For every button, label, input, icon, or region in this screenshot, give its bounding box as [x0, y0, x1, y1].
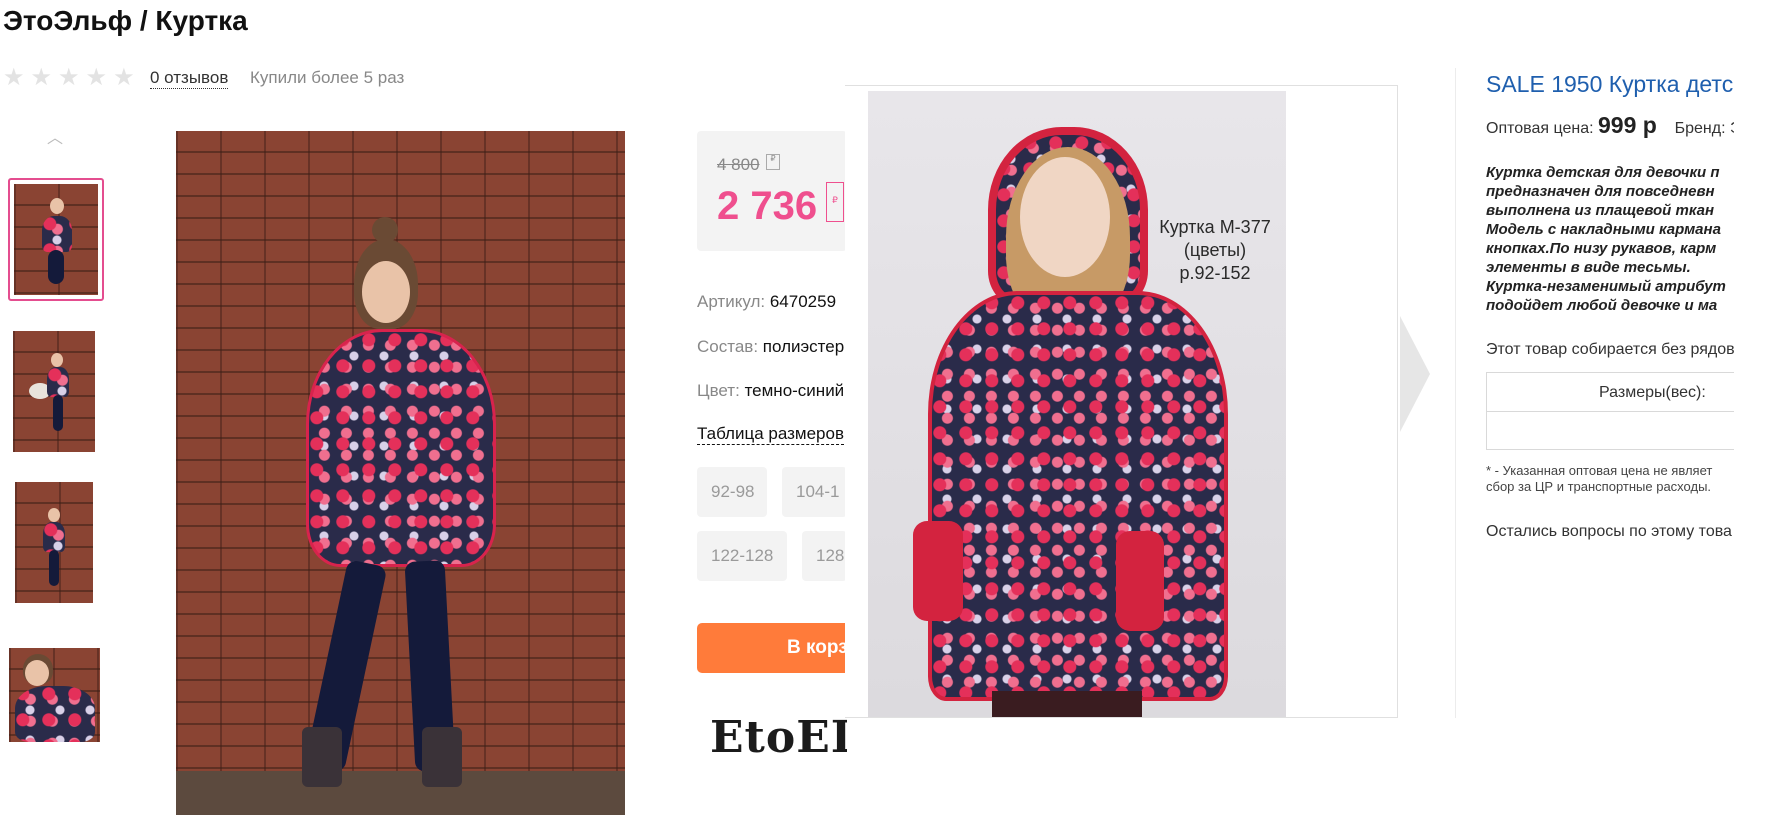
description-line: элементы в виде тесьмы.	[1486, 259, 1691, 276]
description-line: Куртка детская для девочки п	[1486, 164, 1720, 181]
questions-link[interactable]: Остались вопросы по этому това	[1486, 523, 1732, 541]
size-option[interactable]: 128	[802, 531, 847, 581]
current-price: 2 736	[717, 184, 818, 228]
composition-label: Состав:	[697, 337, 759, 356]
color-row: Цвет: темно-синий	[697, 381, 844, 401]
sizes-table: Размеры(вес):	[1486, 372, 1734, 450]
composition-row: Состав: полиэстер	[697, 337, 844, 357]
color-label: Цвет:	[697, 381, 740, 400]
description-line: подойдет любой девочке и ма	[1486, 297, 1718, 314]
thumbnail-1[interactable]	[8, 178, 104, 301]
thumbnail-4[interactable]	[9, 648, 100, 742]
thumbnail-image	[14, 184, 98, 295]
size-option[interactable]: 122-128	[697, 531, 787, 581]
related-product-title[interactable]: SALE 1950 Куртка детск	[1486, 71, 1734, 98]
caption-line: р.92-152	[1179, 263, 1251, 283]
color-value: темно-синий	[744, 381, 845, 400]
rating-stars[interactable]: ★ ★ ★ ★ ★	[3, 66, 135, 90]
article-row: Артикул: 6470259	[697, 292, 836, 312]
size-table-link[interactable]: Таблица размеров	[697, 424, 844, 445]
brand-logo[interactable]: EtoELF	[710, 712, 847, 772]
description-line: кнопках.По низу рукавов, карм	[1486, 240, 1717, 257]
note-line: * - Указанная оптовая цена не являет	[1486, 463, 1713, 478]
purchase-count: Купили более 5 раз	[250, 68, 405, 87]
star-icon[interactable]: ★	[86, 66, 108, 90]
price-note: * - Указанная оптовая цена не являет сбо…	[1486, 463, 1712, 495]
composition-value: полиэстер	[762, 337, 845, 356]
product-description: Куртка детская для девочки п предназначе…	[1486, 163, 1734, 315]
wholesale-row: Оптовая цена: 999 р Бренд: Э	[1486, 112, 1734, 139]
add-to-cart-button[interactable]: В корз	[697, 623, 847, 673]
star-icon[interactable]: ★	[113, 66, 135, 90]
description-line: выполнена из плащевой ткан	[1486, 202, 1715, 219]
reviews-link[interactable]: 0 отзывов	[150, 68, 229, 89]
note-line: сбор за ЦР и транспортные расходы.	[1486, 479, 1712, 494]
description-line: предназначен для повседневн	[1486, 183, 1715, 200]
star-icon[interactable]: ★	[58, 66, 80, 90]
wholesale-label: Оптовая цена:	[1486, 120, 1594, 137]
article-label: Артикул:	[697, 292, 766, 311]
currency-icon: ₽	[766, 154, 780, 170]
thumbnail-image	[9, 648, 100, 742]
caption-line: Куртка М-377	[1159, 217, 1271, 237]
column-divider	[1455, 68, 1456, 718]
chevron-right-icon[interactable]	[1400, 316, 1430, 432]
right-info-panel: SALE 1950 Куртка детск Оптовая цена: 999…	[1486, 68, 1734, 588]
assembly-info: Этот товар собирается без рядов	[1486, 341, 1734, 358]
thumbnail-image	[13, 331, 95, 452]
star-icon[interactable]: ★	[31, 66, 53, 90]
thumbnail-2[interactable]	[13, 331, 95, 452]
popup-product-photo[interactable]	[868, 91, 1286, 717]
wholesale-value: 999 р	[1598, 112, 1657, 138]
brand-logo-text: EtoELF	[710, 712, 847, 763]
thumbnail-image	[15, 482, 93, 603]
product-title: ЭтоЭльф / Куртка	[3, 5, 248, 36]
caption-line: (цветы)	[1183, 240, 1247, 260]
currency-icon: ₽	[826, 182, 844, 222]
description-line: Куртка-незаменимый атрибут	[1486, 278, 1726, 295]
sizes-table-header: Размеры(вес):	[1487, 373, 1734, 412]
chevron-up-icon[interactable]: ︿	[44, 124, 66, 147]
brand-label: Бренд: Э	[1674, 120, 1734, 137]
size-option[interactable]: 104-1	[782, 467, 847, 517]
description-line: Модель с накладными кармана	[1486, 221, 1721, 238]
thumbnail-3[interactable]	[15, 482, 93, 603]
size-option[interactable]: 92-98	[697, 467, 767, 517]
old-price: 4 800	[717, 155, 760, 174]
main-product-photo[interactable]	[176, 131, 625, 815]
article-value: 6470259	[769, 292, 837, 311]
popup-caption: Куртка М-377 (цветы) р.92-152	[1141, 216, 1289, 285]
star-icon[interactable]: ★	[3, 66, 25, 90]
